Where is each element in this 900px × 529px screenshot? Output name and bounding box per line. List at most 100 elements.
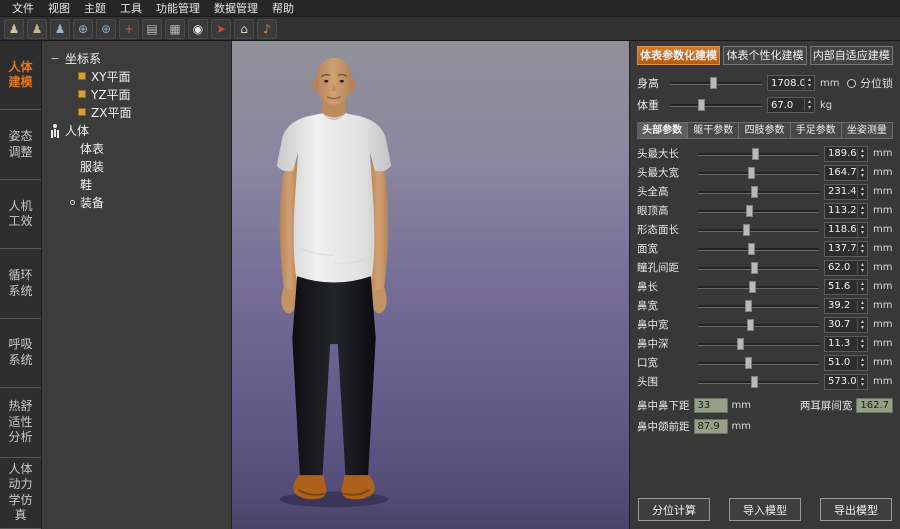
param-value-spinbox[interactable]: 118.6 ▴▾ (824, 222, 868, 238)
param-category-tab[interactable]: 躯干参数 (688, 122, 739, 139)
spinner-arrows[interactable]: ▴▾ (857, 281, 867, 293)
spinner-arrows[interactable]: ▴▾ (857, 224, 867, 236)
male-model-icon[interactable]: ♟ (4, 19, 24, 39)
nose-chin-distance-value[interactable]: 33 (694, 398, 728, 413)
spin-down-icon[interactable]: ▾ (861, 325, 864, 331)
param-slider[interactable] (698, 242, 819, 256)
eye-icon[interactable]: ◉ (188, 19, 208, 39)
menu-item[interactable]: 文件 (6, 0, 40, 16)
spinner-arrows[interactable]: ▴▾ (857, 148, 867, 160)
tragion-width-value[interactable]: 162.7 (856, 398, 893, 413)
tree-node-human[interactable]: 人体 (46, 121, 227, 139)
axis-measure-icon[interactable]: + (119, 19, 139, 39)
sidebar-module-tab[interactable]: 人体动力学仿真 (0, 458, 41, 529)
param-slider[interactable] (698, 318, 819, 332)
sidebar-module-tab[interactable]: 循环系统 (0, 249, 41, 318)
tree-node-clothing[interactable]: 服装 (46, 157, 227, 175)
sidebar-module-tab[interactable]: 呼吸系统 (0, 319, 41, 388)
spinner-arrows[interactable]: ▴▾ (857, 300, 867, 312)
spinner-arrows[interactable]: ▴▾ (857, 186, 867, 198)
param-value-spinbox[interactable]: 11.3 ▴▾ (824, 336, 868, 352)
tree-node-yz-plane[interactable]: YZ平面 (46, 85, 227, 103)
quantile-calc-button[interactable]: 分位计算 (638, 498, 710, 521)
spinner-arrows[interactable]: ▴▾ (857, 167, 867, 179)
weight-value-spinbox[interactable]: 67.0 ▴▾ (767, 97, 815, 113)
quantile-lock-radio[interactable]: 分位锁 (847, 75, 893, 91)
param-category-tab[interactable]: 四肢参数 (739, 122, 790, 139)
film-strip-icon[interactable]: ▤ (142, 19, 162, 39)
slider-thumb[interactable] (745, 300, 752, 312)
param-category-tab[interactable]: 头部参数 (637, 122, 688, 139)
spin-down-icon[interactable]: ▾ (861, 287, 864, 293)
tree-node-equipment[interactable]: 装备 (46, 193, 227, 211)
modeling-tab[interactable]: 体表参数化建模 (637, 46, 720, 65)
param-value-spinbox[interactable]: 30.7 ▴▾ (824, 317, 868, 333)
slider-thumb[interactable] (749, 281, 756, 293)
slider-thumb[interactable] (748, 243, 755, 255)
grid-icon[interactable]: ▦ (165, 19, 185, 39)
menu-item[interactable]: 工具 (114, 0, 148, 16)
slider-thumb[interactable] (710, 77, 717, 89)
spin-down-icon[interactable]: ▾ (861, 382, 864, 388)
spinner-arrows[interactable]: ▴▾ (857, 357, 867, 369)
slider-thumb[interactable] (745, 357, 752, 369)
tree-node-coordinate-system[interactable]: − 坐标系 (46, 49, 227, 67)
param-slider[interactable] (698, 223, 819, 237)
param-value-spinbox[interactable]: 51.6 ▴▾ (824, 279, 868, 295)
mesh-head-icon[interactable]: ⊕ (73, 19, 93, 39)
spinner-arrows[interactable]: ▴▾ (804, 77, 814, 89)
spin-down-icon[interactable]: ▾ (861, 249, 864, 255)
export-model-button[interactable]: 导出模型 (820, 498, 892, 521)
spin-down-icon[interactable]: ▾ (808, 105, 811, 111)
menu-item[interactable]: 帮助 (266, 0, 300, 16)
run-motion-icon[interactable]: ➤ (211, 19, 231, 39)
slider-thumb[interactable] (698, 99, 705, 111)
spin-down-icon[interactable]: ▾ (861, 306, 864, 312)
spin-down-icon[interactable]: ▾ (861, 173, 864, 179)
sidebar-module-tab[interactable]: 人机工效 (0, 180, 41, 249)
spin-down-icon[interactable]: ▾ (861, 344, 864, 350)
weight-slider[interactable] (670, 98, 762, 112)
height-slider[interactable] (670, 76, 762, 90)
spin-down-icon[interactable]: ▾ (861, 154, 864, 160)
param-category-tab[interactable]: 坐姿测量 (842, 122, 893, 139)
height-value-spinbox[interactable]: 1708.0 ▴▾ (767, 75, 815, 91)
slider-thumb[interactable] (751, 376, 758, 388)
slider-thumb[interactable] (747, 319, 754, 331)
sidebar-module-tab[interactable]: 热舒适性分析 (0, 388, 41, 457)
param-value-spinbox[interactable]: 62.0 ▴▾ (824, 260, 868, 276)
param-category-tab[interactable]: 手足参数 (791, 122, 842, 139)
spinner-arrows[interactable]: ▴▾ (857, 338, 867, 350)
viewport-3d[interactable] (232, 41, 630, 529)
param-value-spinbox[interactable]: 137.7 ▴▾ (824, 241, 868, 257)
group-model-icon[interactable]: ♟ (50, 19, 70, 39)
param-value-spinbox[interactable]: 231.4 ▴▾ (824, 184, 868, 200)
param-slider[interactable] (698, 337, 819, 351)
tree-node-shoes[interactable]: 鞋 (46, 175, 227, 193)
slider-thumb[interactable] (746, 205, 753, 217)
helmet-icon[interactable]: ⌂ (234, 19, 254, 39)
menu-item[interactable]: 主题 (78, 0, 112, 16)
slider-thumb[interactable] (751, 186, 758, 198)
param-slider[interactable] (698, 299, 819, 313)
param-value-spinbox[interactable]: 164.7 ▴▾ (824, 165, 868, 181)
tree-node-zx-plane[interactable]: ZX平面 (46, 103, 227, 121)
param-slider[interactable] (698, 356, 819, 370)
param-value-spinbox[interactable]: 51.0 ▴▾ (824, 355, 868, 371)
spinner-arrows[interactable]: ▴▾ (804, 99, 814, 111)
param-slider[interactable] (698, 280, 819, 294)
param-slider[interactable] (698, 147, 819, 161)
param-slider[interactable] (698, 375, 819, 389)
spin-down-icon[interactable]: ▾ (861, 192, 864, 198)
param-slider[interactable] (698, 204, 819, 218)
nose-jaw-distance-value[interactable]: 87.9 (694, 419, 728, 434)
spin-down-icon[interactable]: ▾ (861, 363, 864, 369)
slider-thumb[interactable] (737, 338, 744, 350)
menu-item[interactable]: 数据管理 (208, 0, 264, 16)
spin-down-icon[interactable]: ▾ (861, 211, 864, 217)
modeling-tab[interactable]: 体表个性化建模 (723, 46, 806, 65)
spinner-arrows[interactable]: ▴▾ (857, 205, 867, 217)
spinner-arrows[interactable]: ▴▾ (857, 319, 867, 331)
tree-node-body-surface[interactable]: 体表 (46, 139, 227, 157)
param-slider[interactable] (698, 261, 819, 275)
